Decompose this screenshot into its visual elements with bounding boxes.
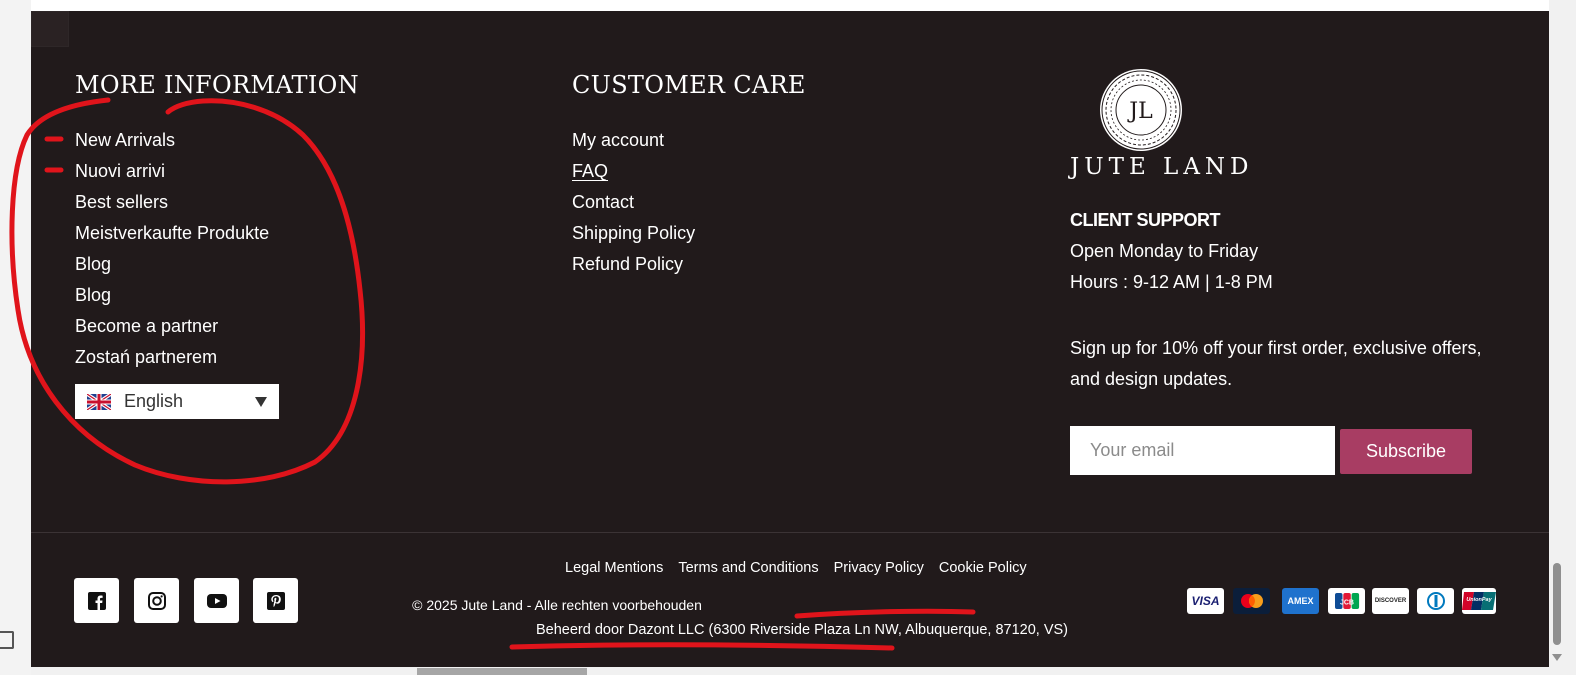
scroll-thumb[interactable]: [1553, 563, 1561, 645]
jcb-icon: JCB: [1328, 588, 1365, 614]
amex-label: AMEX: [1287, 596, 1314, 606]
customer-care-title: CUSTOMER CARE: [572, 71, 806, 99]
link-zostan-partnerem[interactable]: Zostań partnerem: [75, 347, 217, 367]
link-faq[interactable]: FAQ: [572, 161, 608, 181]
brand-logo[interactable]: JL: [1099, 68, 1183, 152]
link-blog[interactable]: Blog: [75, 254, 111, 274]
discover-icon: DISCOVER: [1372, 588, 1409, 614]
link-privacy-policy[interactable]: Privacy Policy: [834, 560, 924, 576]
corner-square: [31, 11, 69, 47]
link-become-partner[interactable]: Become a partner: [75, 316, 218, 336]
list-item: Blog: [75, 280, 269, 311]
link-new-arrivals[interactable]: New Arrivals: [75, 130, 175, 150]
language-selector[interactable]: English: [75, 384, 279, 419]
dropdown-caret-icon: [255, 397, 267, 407]
scroll-down-arrow-icon[interactable]: [1552, 654, 1562, 661]
list-item: New Arrivals: [75, 125, 269, 156]
client-support-title: CLIENT SUPPORT: [1070, 210, 1221, 230]
jcb-label: JCB: [1339, 600, 1353, 607]
uk-flag-icon: [86, 392, 112, 411]
top-strip: [31, 0, 1549, 11]
more-info-title: MORE INFORMATION: [75, 71, 359, 99]
list-item: Contact: [572, 187, 695, 218]
list-item: Blog: [75, 249, 269, 280]
support-days: Open Monday to Friday: [1070, 241, 1259, 261]
logo-letters: JL: [1127, 99, 1153, 124]
link-blog-2[interactable]: Blog: [75, 285, 111, 305]
link-contact[interactable]: Contact: [572, 192, 634, 212]
list-item: My account: [572, 125, 695, 156]
legal-links: Legal Mentions Terms and Conditions Priv…: [565, 560, 1027, 576]
horizontal-scroll-thumb[interactable]: [417, 668, 587, 675]
visa-label: VISA: [1191, 594, 1220, 608]
list-item: Become a partner: [75, 311, 269, 342]
link-my-account[interactable]: My account: [572, 130, 664, 150]
link-best-sellers[interactable]: Best sellers: [75, 192, 168, 212]
site-footer: MORE INFORMATION New Arrivals Nuovi arri…: [31, 11, 1549, 667]
operated-by-text: Beheerd door Dazont LLC (6300 Riverside …: [536, 622, 1068, 638]
amex-icon: AMEX: [1282, 588, 1319, 614]
list-item: FAQ: [572, 156, 695, 187]
divider: [31, 532, 1549, 533]
unionpay-icon: UnionPay: [1462, 588, 1496, 614]
discover-label: DISCOVER: [1374, 598, 1407, 604]
visa-icon: VISA: [1187, 588, 1224, 614]
diners-club-icon: [1417, 588, 1454, 614]
vertical-scrollbar[interactable]: [1549, 0, 1576, 675]
more-info-links: New Arrivals Nuovi arrivi Best sellers M…: [75, 125, 269, 373]
support-hours: Hours : 9-12 AM | 1-8 PM: [1070, 272, 1273, 292]
link-meistverkaufte[interactable]: Meistverkaufte Produkte: [75, 223, 269, 243]
link-shipping-policy[interactable]: Shipping Policy: [572, 223, 695, 243]
list-item: Refund Policy: [572, 249, 695, 280]
edit-icon[interactable]: [0, 631, 14, 649]
subscribe-button[interactable]: Subscribe: [1340, 429, 1472, 474]
link-refund-policy[interactable]: Refund Policy: [572, 254, 683, 274]
list-item: Best sellers: [75, 187, 269, 218]
link-nuovi-arrivi[interactable]: Nuovi arrivi: [75, 161, 165, 181]
email-field[interactable]: [1070, 426, 1335, 475]
list-item: Zostań partnerem: [75, 342, 269, 373]
list-item: Nuovi arrivi: [75, 156, 269, 187]
language-label: English: [124, 391, 184, 411]
left-gutter: [0, 0, 32, 675]
brand-name: JUTE LAND: [1070, 154, 1254, 180]
horizontal-scrollbar[interactable]: [31, 667, 1549, 675]
link-terms-conditions[interactable]: Terms and Conditions: [678, 560, 818, 576]
newsletter-text: Sign up for 10% off your first order, ex…: [1070, 338, 1482, 389]
copyright-text: © 2025 Jute Land - Alle rechten voorbeho…: [412, 597, 702, 613]
list-item: Meistverkaufte Produkte: [75, 218, 269, 249]
mastercard-icon: [1233, 588, 1270, 614]
link-cookie-policy[interactable]: Cookie Policy: [939, 560, 1027, 576]
customer-care-links: My account FAQ Contact Shipping Policy R…: [572, 125, 695, 280]
link-legal-mentions[interactable]: Legal Mentions: [565, 560, 663, 576]
list-item: Shipping Policy: [572, 218, 695, 249]
unionpay-label: UnionPay: [1466, 597, 1492, 603]
